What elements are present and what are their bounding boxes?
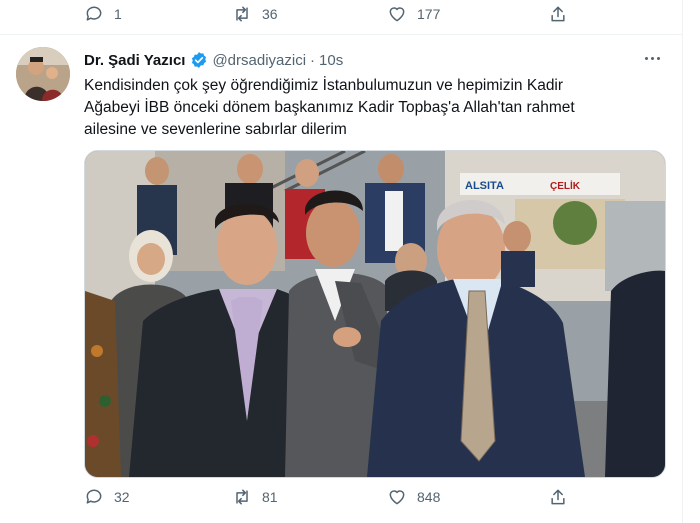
tweet-actions: 32 81 848	[0, 487, 682, 517]
retweet-count: 36	[262, 6, 278, 22]
share-button[interactable]	[548, 487, 568, 507]
like-count: 848	[417, 489, 441, 505]
retweet-icon	[236, 489, 248, 505]
reply-button[interactable]: 1	[84, 4, 122, 24]
share-icon	[551, 6, 565, 22]
heart-icon	[389, 7, 405, 22]
retweet-icon	[236, 6, 248, 22]
sign-text: ÇELİK	[550, 179, 581, 192]
share-icon	[551, 489, 565, 505]
author-handle[interactable]: @drsadiyazici	[212, 52, 306, 69]
like-count: 177	[417, 6, 441, 22]
like-button[interactable]: 177	[387, 4, 440, 24]
reply-count: 1	[114, 6, 122, 22]
sign-text: ALSITA	[465, 180, 504, 192]
reply-count: 32	[114, 489, 130, 505]
timeline-feed: 1 36 177 Dr. Şadi Yazıcı @drsadiyazici ·…	[0, 0, 683, 523]
tweet-text: Kendisinden çok şey öğrendiğimiz İstanbu…	[84, 75, 654, 141]
tweet[interactable]: Dr. Şadi Yazıcı @drsadiyazici · 10s Kend…	[0, 35, 682, 523]
heart-icon	[389, 490, 405, 505]
more-options-icon[interactable]	[645, 51, 665, 65]
avatar[interactable]	[16, 47, 70, 101]
verified-badge-icon	[192, 52, 207, 68]
separator-dot: ·	[310, 51, 316, 69]
reply-button[interactable]: 32	[84, 487, 130, 507]
tweet-text-line: ailesine ve sevenlerine sabırlar dilerim	[84, 121, 347, 138]
tweet-text-line: Ağabeyi İBB önceki dönem başkanımız Kadi…	[84, 99, 575, 116]
reply-icon	[86, 489, 102, 504]
author-name[interactable]: Dr. Şadi Yazıcı	[84, 52, 185, 69]
tweet-time[interactable]: 10s	[319, 52, 343, 69]
retweet-button[interactable]: 81	[232, 487, 278, 507]
reply-icon	[86, 6, 102, 21]
share-button[interactable]	[548, 4, 568, 24]
tweet-photo[interactable]: ALSITA ÇELİK	[84, 150, 666, 478]
previous-tweet-actions: 1 36 177	[0, 0, 682, 35]
tweet-header: Dr. Şadi Yazıcı @drsadiyazici · 10s	[84, 51, 343, 69]
tweet-text-line: Kendisinden çok şey öğrendiğimiz İstanbu…	[84, 77, 564, 94]
retweet-count: 81	[262, 489, 278, 505]
retweet-button[interactable]: 36	[232, 4, 278, 24]
like-button[interactable]: 848	[387, 487, 440, 507]
